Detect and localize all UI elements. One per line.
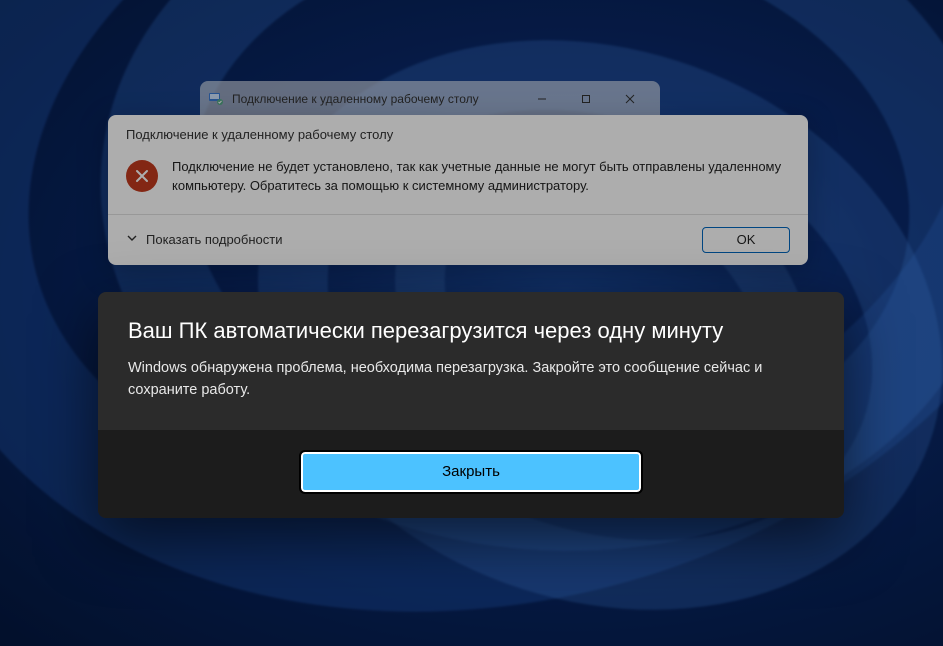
restart-dialog-message: Windows обнаружена проблема, необходима … [128,358,814,402]
restart-dialog-title: Ваш ПК автоматически перезагрузится чере… [128,318,814,344]
close-button[interactable]: Закрыть [301,452,641,492]
restart-dialog: Ваш ПК автоматически перезагрузится чере… [98,292,844,518]
